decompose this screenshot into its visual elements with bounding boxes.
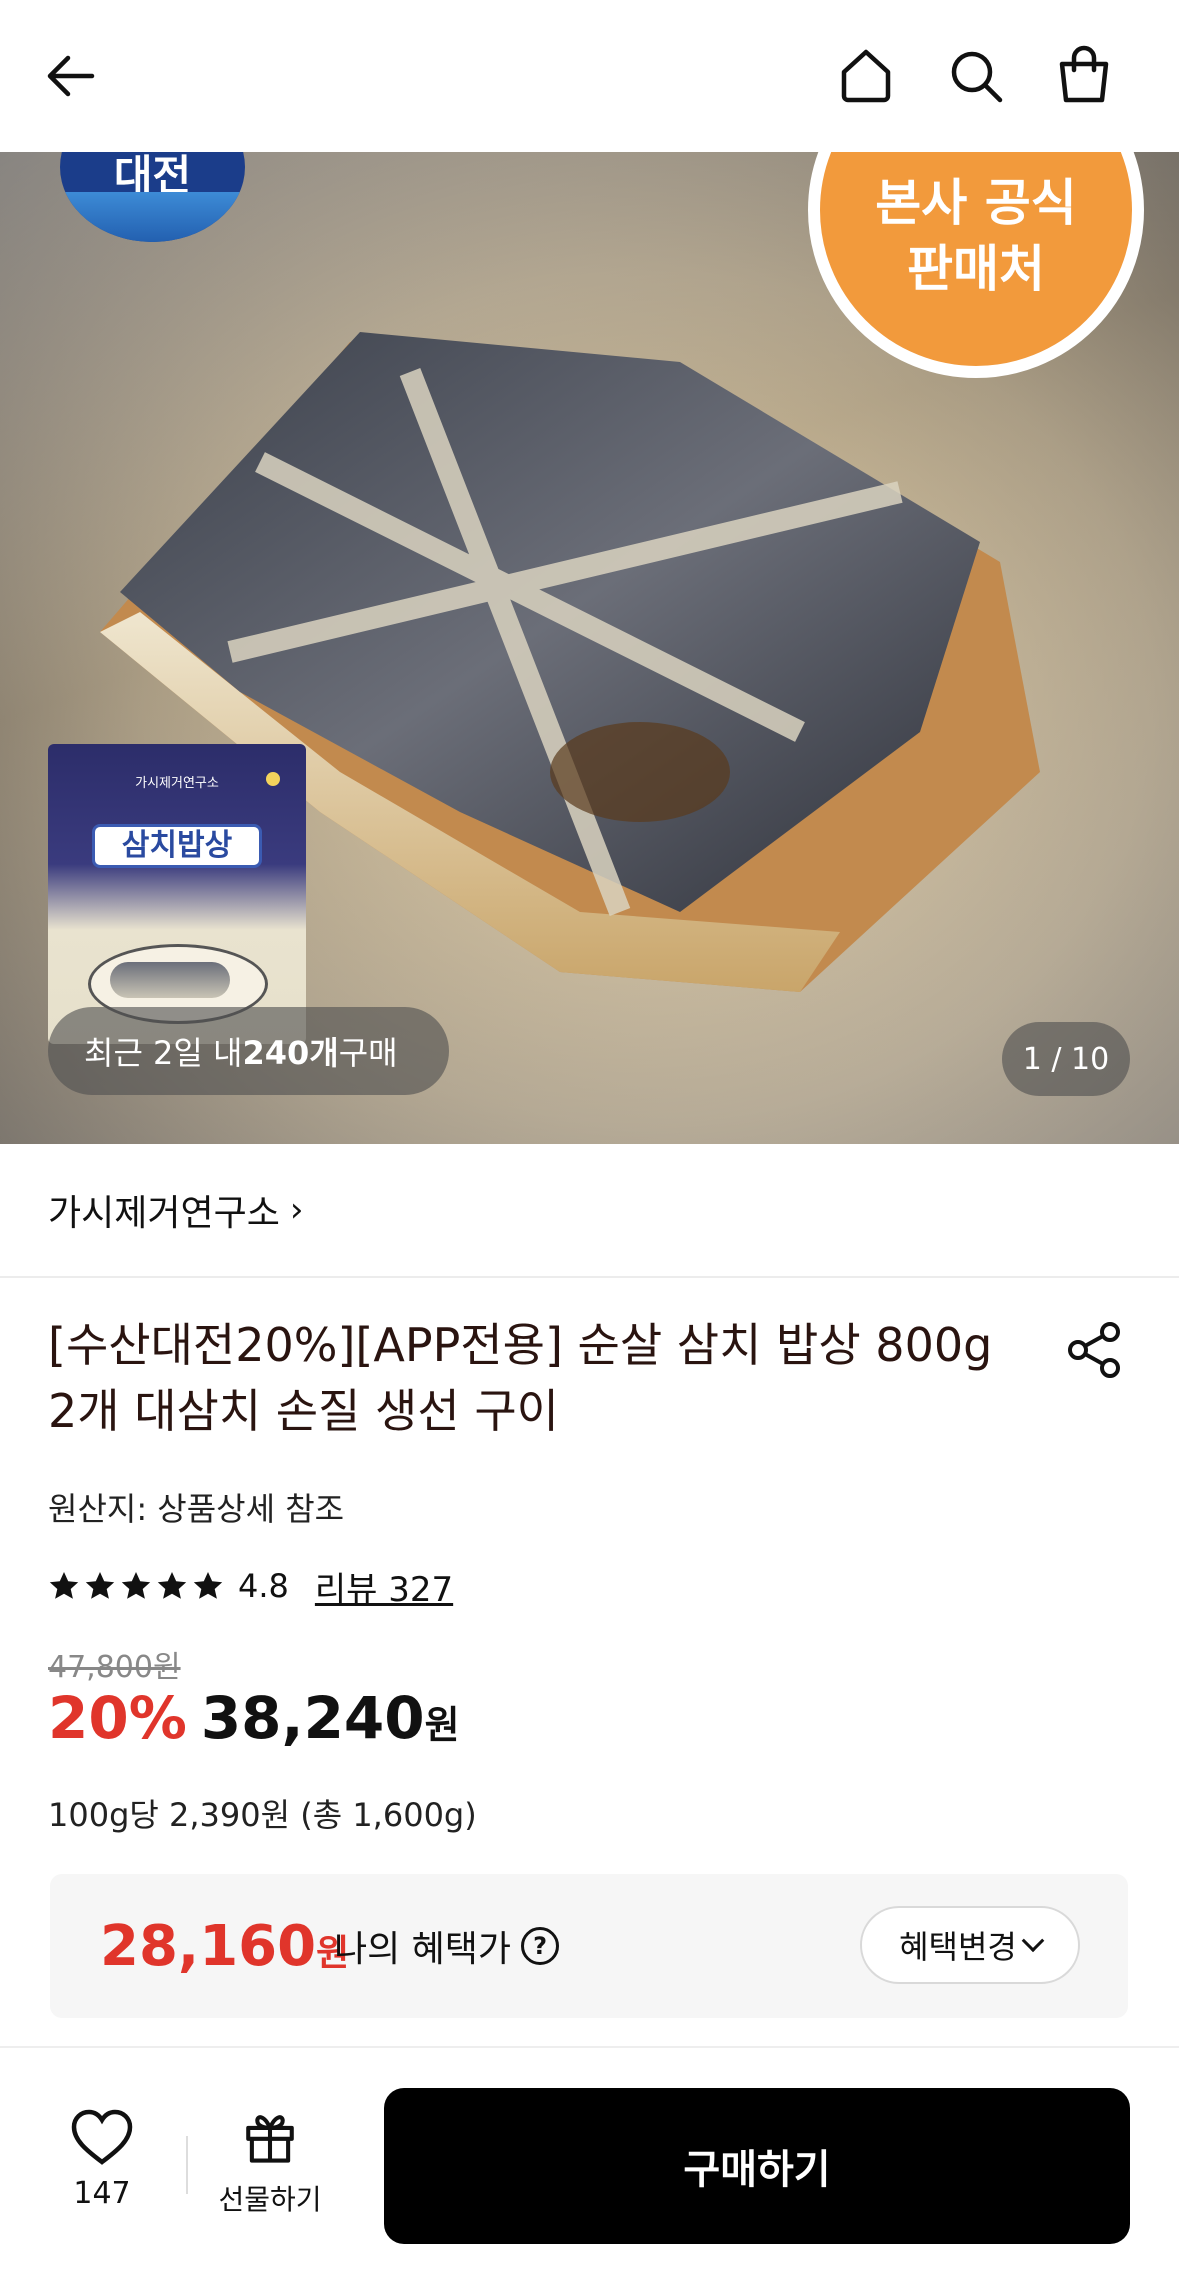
product-title: [수산대전20%][APP전용] 순살 삼치 밥상 800g 2개 대삼치 손질… bbox=[48, 1318, 993, 1438]
review-link[interactable]: 리뷰 327 bbox=[315, 1562, 453, 1611]
chevron-down-icon bbox=[1021, 1929, 1045, 1953]
rating-row: 4.8 리뷰 327 bbox=[48, 1560, 453, 1612]
gift-icon bbox=[246, 2115, 294, 2163]
home-button[interactable] bbox=[830, 40, 902, 112]
top-navigation-bar bbox=[0, 0, 1179, 152]
buy-button[interactable]: 구매하기 bbox=[384, 2088, 1130, 2244]
change-benefit-button[interactable]: 혜택변경 bbox=[860, 1906, 1080, 1984]
search-icon bbox=[951, 51, 1003, 103]
benefit-price: 28,160 원 bbox=[100, 1914, 350, 1979]
gift-label: 선물하기 bbox=[218, 2183, 322, 2216]
help-icon[interactable]: ? bbox=[521, 1927, 560, 1965]
store-link[interactable]: 가시제거연구소 › bbox=[0, 1144, 1179, 1278]
benefit-label: 나의 혜택가 ? bbox=[334, 1920, 560, 1972]
product-package-image: 가시제거연구소 삼치밥상 bbox=[48, 744, 306, 1044]
sale-price: 38,240 bbox=[200, 1684, 425, 1752]
star-rating bbox=[48, 1570, 224, 1602]
recent-purchase-badge: 최근 2일 내 240개 구매 bbox=[48, 1007, 449, 1095]
gift-button[interactable]: 선물하기 bbox=[210, 2108, 330, 2218]
home-icon bbox=[841, 49, 891, 103]
cart-button[interactable] bbox=[1048, 40, 1120, 112]
benefit-price-box: 28,160 원 나의 혜택가 ? 혜택변경 bbox=[50, 1874, 1128, 2018]
share-icon bbox=[1068, 1322, 1120, 1378]
like-count: 147 bbox=[73, 2176, 131, 2211]
product-image-carousel[interactable]: 대전 본사 공식 판매처 가시제거연구소 삼치밥상 최근 2일 내 240개 구… bbox=[0, 152, 1179, 1144]
heart-icon bbox=[71, 2109, 133, 2165]
bottom-action-bar: 147 선물하기 구매하기 bbox=[0, 2046, 1179, 2277]
image-counter: 1 / 10 bbox=[1002, 1022, 1130, 1096]
star-icon bbox=[84, 1570, 116, 1602]
star-icon bbox=[48, 1570, 80, 1602]
discount-rate: 20% bbox=[48, 1684, 187, 1752]
price-row: 20% 38,240 원 bbox=[48, 1684, 460, 1752]
store-name: 가시제거연구소 bbox=[48, 1193, 280, 1234]
star-icon bbox=[192, 1570, 224, 1602]
original-price: 47,800원 bbox=[48, 1650, 181, 1685]
divider bbox=[186, 2136, 188, 2194]
chevron-right-icon: › bbox=[289, 1190, 304, 1230]
like-button[interactable]: 147 bbox=[60, 2108, 144, 2211]
star-icon bbox=[156, 1570, 188, 1602]
arrow-left-icon bbox=[47, 55, 95, 97]
price-currency: 원 bbox=[424, 1703, 460, 1747]
share-button[interactable] bbox=[1062, 1318, 1126, 1382]
rating-value: 4.8 bbox=[238, 1567, 289, 1605]
star-icon bbox=[120, 1570, 152, 1602]
search-button[interactable] bbox=[940, 40, 1012, 112]
brand-logo: 대전 bbox=[60, 152, 245, 242]
unit-price: 100g당 2,390원 (총 1,600g) bbox=[48, 1796, 477, 1834]
back-button[interactable] bbox=[36, 40, 108, 112]
shopping-bag-icon bbox=[1059, 45, 1109, 103]
origin-info: 원산지: 상품상세 참조 bbox=[48, 1490, 345, 1528]
